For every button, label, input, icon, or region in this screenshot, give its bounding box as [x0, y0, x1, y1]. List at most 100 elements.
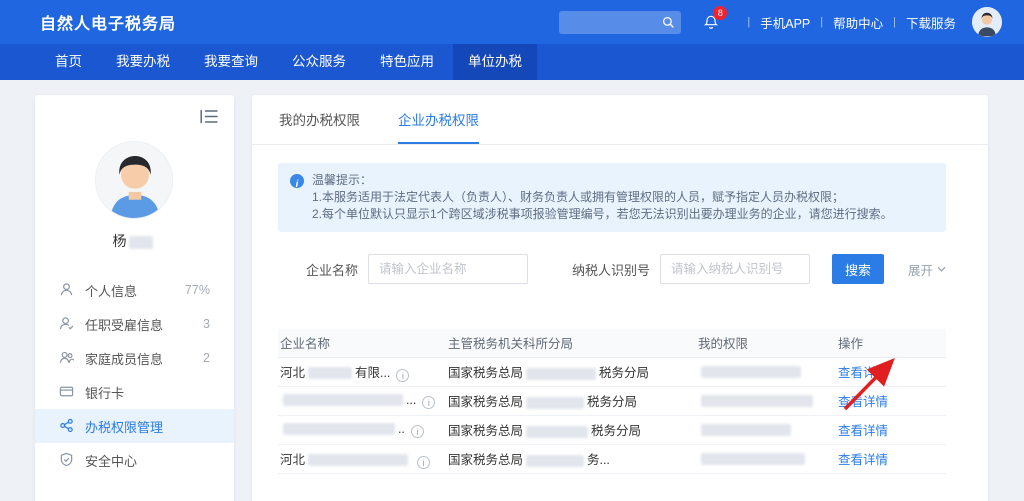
collapse-menu-icon[interactable] — [200, 109, 218, 124]
table-row: ... 国家税务总局 税务分局 查看详情 — [277, 386, 946, 416]
redacted-text — [700, 395, 813, 408]
enterprise-permissions-table: 企业名称 主管税务机关科所分局 我的权限 操作 河北有限... 国家税务总局税务… — [277, 329, 946, 474]
permission-tabs: 我的办税权限 企业办税权限 — [251, 95, 988, 145]
shield-icon — [59, 452, 75, 468]
redacted-text — [525, 454, 584, 467]
share-nodes-icon — [59, 418, 75, 434]
sidebar-item-value: 2 — [203, 351, 210, 365]
info-circle-icon — [289, 174, 304, 188]
table-row: 河北 有限... 国家税务总局 税务分局 查看详情 — [277, 357, 946, 387]
app-logo: 自然人电子税务局 — [40, 16, 177, 33]
redacted-text — [525, 367, 596, 380]
notice-title: 温馨提示： — [311, 173, 372, 187]
redacted-text — [700, 453, 805, 466]
col-header-company: 企业名称 — [277, 329, 446, 358]
company-name-label: 企业名称 — [305, 262, 358, 278]
redacted-text — [307, 454, 408, 467]
chevron-down-icon — [937, 266, 946, 272]
view-details-link[interactable]: 查看详情 — [838, 453, 888, 467]
sidebar-menu: 个人信息 77% 任职受雇信息 3 家庭成员信息 2 银行卡 办税权限管理 安全… — [35, 273, 234, 477]
main-nav: 首页 我要办税 我要查询 公众服务 特色应用 单位办税 — [0, 44, 1024, 80]
divider: | — [893, 16, 896, 28]
table-row: 河北 国家税务总局 务... 查看详情 — [277, 444, 946, 474]
redacted-text — [282, 394, 403, 407]
company-text: 河北 — [279, 452, 305, 467]
table-header-row: 企业名称 主管税务机关科所分局 我的权限 操作 — [277, 329, 946, 358]
notification-bell-icon[interactable]: 8 — [701, 6, 728, 34]
col-header-permission: 我的权限 — [695, 329, 836, 358]
sidebar-item-tax-permission-mgmt[interactable]: 办税权限管理 — [35, 409, 234, 443]
people-icon — [59, 350, 75, 366]
bureau-text: 国家税务总局 — [447, 424, 523, 438]
redacted-text — [307, 367, 352, 380]
search-icon[interactable] — [662, 16, 675, 29]
redacted-text — [282, 423, 395, 436]
divider: | — [747, 16, 751, 28]
info-icon[interactable] — [416, 455, 430, 469]
sidebar-item-personal-info[interactable]: 个人信息 77% — [35, 273, 234, 307]
sidebar-item-family-members[interactable]: 家庭成员信息 2 — [35, 341, 234, 375]
col-header-action: 操作 — [835, 329, 946, 358]
view-details-link[interactable]: 查看详情 — [838, 395, 888, 409]
company-text: 河北 — [279, 365, 305, 380]
notice-line: 1.本服务适用于法定代表人（负责人）、财务负责人或拥有管理权限的人员，赋予指定人… — [311, 190, 844, 204]
taxpayer-id-label: 纳税人识别号 — [571, 262, 650, 278]
redacted-text — [700, 366, 801, 379]
sidebar-item-employment-info[interactable]: 任职受雇信息 3 — [35, 307, 234, 341]
nav-item-public-service[interactable]: 公众服务 — [277, 44, 361, 80]
sidebar-item-bank-card[interactable]: 银行卡 — [35, 375, 234, 409]
expand-label: 展开 — [907, 263, 933, 278]
sidebar-item-security-center[interactable]: 安全中心 — [35, 443, 234, 477]
sidebar-item-label: 安全中心 — [85, 453, 138, 469]
nav-item-unit-tax[interactable]: 单位办税 — [453, 44, 537, 80]
bureau-text: 国家税务总局 — [447, 453, 523, 467]
tab-enterprise-tax-permissions[interactable]: 企业办税权限 — [397, 109, 479, 144]
notice-line: 2.每个单位默认只显示1个跨区域涉税事项报验管理编号，若您无法识别出要办理业务的… — [311, 207, 893, 221]
user-avatar[interactable] — [972, 7, 1002, 37]
tab-my-tax-permissions[interactable]: 我的办税权限 — [279, 109, 360, 144]
sidebar-item-label: 办税权限管理 — [85, 419, 164, 435]
notice-box: 温馨提示： 1.本服务适用于法定代表人（负责人）、财务负责人或拥有管理权限的人员… — [277, 163, 946, 232]
nav-item-tax-handle[interactable]: 我要办税 — [101, 44, 185, 80]
top-header: 自然人电子税务局 8 | 手机APP | 帮助中心 | 下载服务 — [0, 0, 1024, 44]
bank-card-icon — [59, 384, 75, 400]
expand-toggle[interactable]: 展开 — [908, 260, 946, 279]
info-icon[interactable] — [410, 424, 424, 438]
nav-item-featured-apps[interactable]: 特色应用 — [365, 44, 449, 80]
bureau-text: 税务分局 — [586, 395, 637, 409]
info-icon[interactable] — [396, 368, 410, 382]
person-icon — [59, 282, 75, 298]
link-mobile-app[interactable]: 手机APP — [760, 13, 810, 32]
user-name-text: 杨 — [112, 233, 127, 249]
divider: | — [820, 16, 824, 28]
company-name-input[interactable] — [367, 254, 528, 284]
sidebar-item-label: 任职受雇信息 — [85, 317, 164, 333]
sidebar-item-value: 77% — [184, 283, 210, 297]
redacted-text — [525, 425, 588, 438]
header-search-input[interactable] — [559, 10, 682, 34]
sidebar-item-label: 个人信息 — [85, 283, 138, 299]
link-download-service[interactable]: 下载服务 — [906, 13, 956, 32]
view-details-link[interactable]: 查看详情 — [838, 366, 888, 380]
bureau-text: 国家税务总局 — [447, 366, 523, 380]
redacted-text — [525, 396, 584, 409]
search-button[interactable]: 搜索 — [831, 254, 884, 284]
profile-sidebar: 杨 个人信息 77% 任职受雇信息 3 家庭成员信息 2 银行卡 办税权限管理 … — [35, 95, 234, 501]
notification-badge: 8 — [713, 6, 728, 20]
redacted-text — [700, 424, 791, 437]
link-help-center[interactable]: 帮助中心 — [833, 13, 883, 32]
bureau-text: 务... — [586, 453, 610, 467]
company-text: .. — [397, 421, 405, 436]
sidebar-item-value: 3 — [203, 317, 210, 331]
nav-item-query[interactable]: 我要查询 — [189, 44, 273, 80]
info-icon[interactable] — [422, 395, 436, 409]
person-check-icon — [59, 316, 75, 332]
nav-item-home[interactable]: 首页 — [40, 44, 97, 80]
user-name: 杨 — [35, 231, 234, 251]
bureau-text: 税务分局 — [598, 366, 649, 380]
main-panel: 我的办税权限 企业办税权限 温馨提示： 1.本服务适用于法定代表人（负责人）、财… — [251, 95, 988, 501]
bureau-text: 国家税务总局 — [447, 395, 523, 409]
company-text: ... — [405, 392, 417, 407]
view-details-link[interactable]: 查看详情 — [838, 424, 888, 438]
taxpayer-id-input[interactable] — [659, 254, 810, 284]
